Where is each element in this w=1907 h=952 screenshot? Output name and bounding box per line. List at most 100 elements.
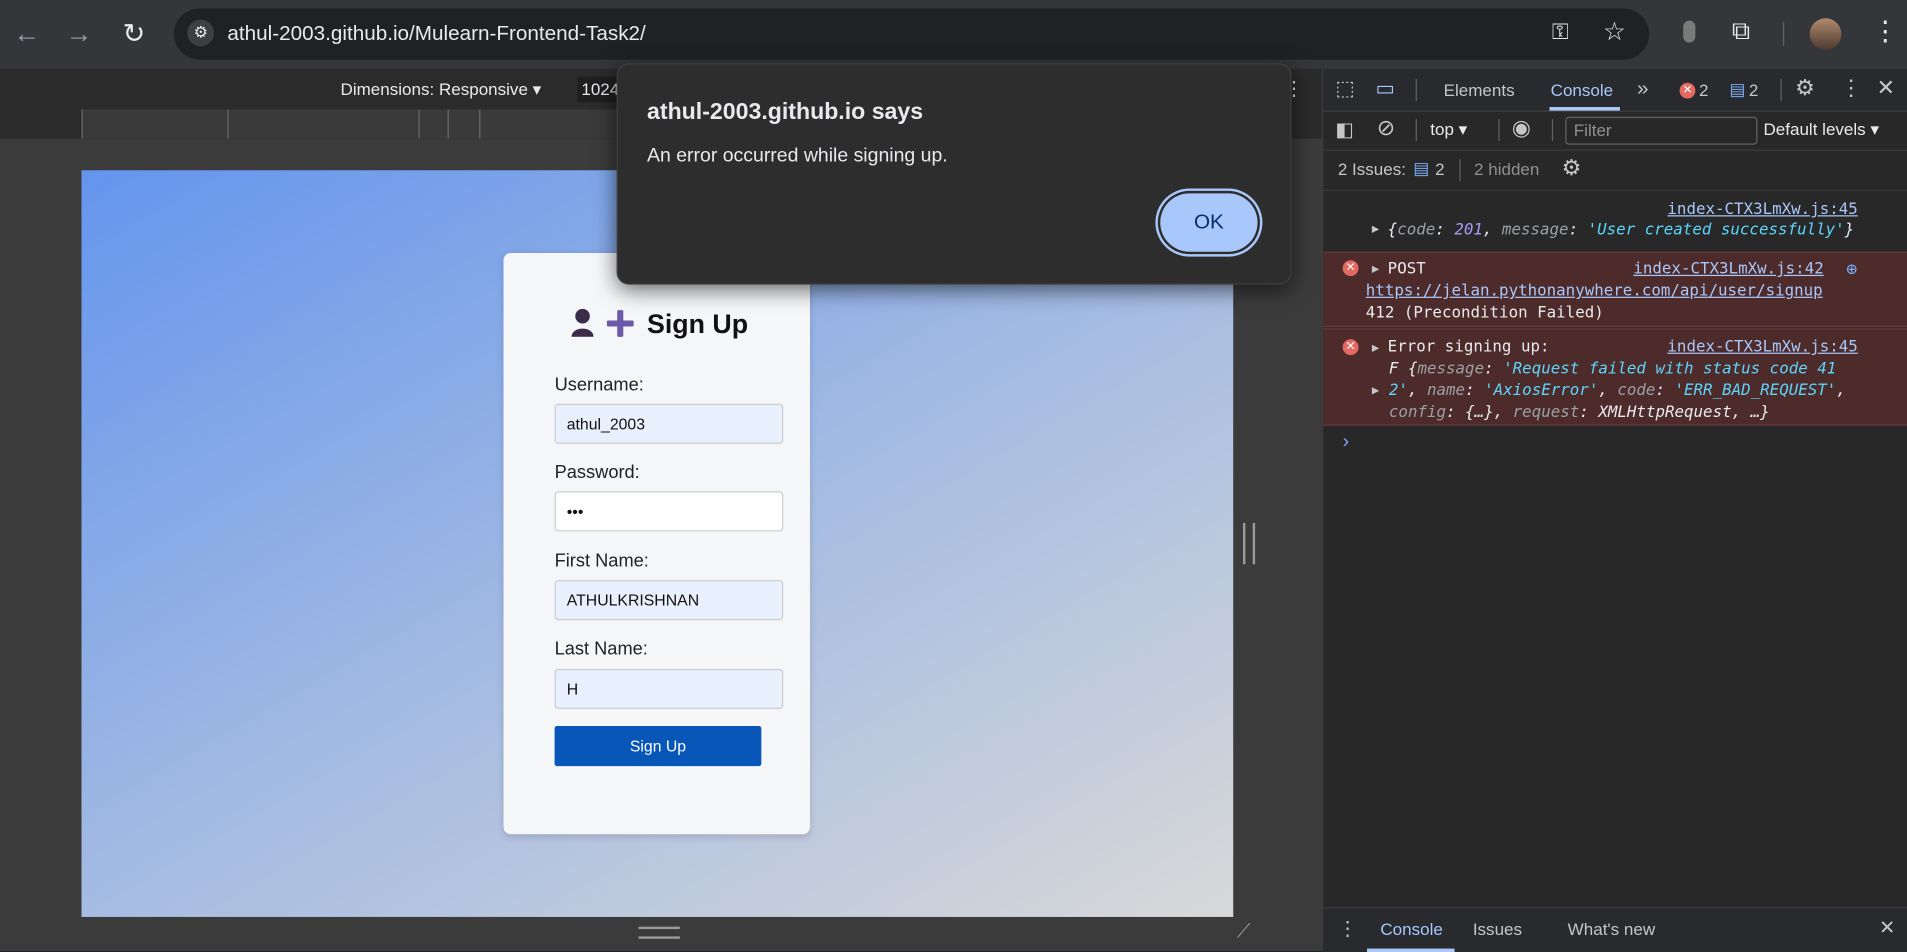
reload-icon[interactable]: ↻ xyxy=(117,17,151,51)
brace: { xyxy=(1387,221,1398,240)
issues-label: 2 Issues: xyxy=(1337,159,1406,179)
console-prompt-icon[interactable]: › xyxy=(1343,432,1349,454)
key: request xyxy=(1512,403,1580,422)
context-label: top xyxy=(1430,119,1454,139)
error-icon: ✕ xyxy=(1342,260,1359,277)
username-field[interactable]: athul_2003 xyxy=(554,403,784,444)
error-object-line[interactable]: 2', name: 'AxiosError', code: 'ERR_BAD_R… xyxy=(1389,382,1846,400)
expand-triangle-icon[interactable]: ▶ xyxy=(1372,263,1379,276)
expand-triangle-icon[interactable]: ▶ xyxy=(1372,342,1379,355)
tab-elements[interactable]: Elements xyxy=(1444,80,1515,99)
request-url[interactable]: https://jelan.pythonanywhere.com/api/use… xyxy=(1366,282,1823,300)
firstname-field[interactable]: ATHULKRISHNAN xyxy=(554,580,784,621)
issues-settings-icon[interactable]: ⚙ xyxy=(1562,156,1582,182)
value: 'ERR_BAD_REQUEST' xyxy=(1674,381,1837,401)
key-icon[interactable]: ⚿ xyxy=(1552,19,1569,45)
sidebar-toggle-icon[interactable]: ◧ xyxy=(1335,118,1353,142)
close-drawer-icon[interactable]: ✕ xyxy=(1879,916,1895,940)
drawer-menu-icon[interactable]: ⋮ xyxy=(1338,917,1357,941)
lastname-field[interactable]: H xyxy=(554,668,784,709)
drawer-tab-whats-new[interactable]: What's new xyxy=(1568,919,1655,938)
inspect-element-icon[interactable]: ⬚ xyxy=(1335,77,1355,101)
source-link[interactable]: index-CTX3LmXw.js:45 xyxy=(1667,338,1857,356)
error-count-icon[interactable]: ✕ xyxy=(1679,82,1696,99)
console-filter-input[interactable]: Filter xyxy=(1565,116,1758,145)
devtools-tabbar: ⬚ ▭ Elements Console » ✕ 2 ▤ 2 ⚙ ⋮ ✕ xyxy=(1323,69,1907,112)
drawer-tabbar: ⋮ Console Issues What's new ✕ xyxy=(1323,907,1907,952)
value: 'User created successfully' xyxy=(1587,221,1845,240)
error-icon: ✕ xyxy=(1342,339,1359,356)
context-selector[interactable]: top ▾ xyxy=(1430,119,1467,140)
value: {…} xyxy=(1465,403,1494,422)
clear-console-icon[interactable]: ⊘ xyxy=(1377,116,1395,142)
value: 201 xyxy=(1454,221,1483,240)
resize-handle-bottom[interactable] xyxy=(638,926,680,939)
status-text: 412 (Precondition Failed) xyxy=(1365,304,1604,323)
log-levels-dropdown[interactable]: Default levels ▾ xyxy=(1763,119,1879,140)
console-error-message: ✕ ▶ POST index-CTX3LmXw.js:42 ⊕ https://… xyxy=(1323,251,1907,328)
console-toolbar: ◧ ⊘ top ▾ ◉ Filter Default levels ▾ xyxy=(1323,111,1907,151)
object-prefix: F { xyxy=(1388,359,1418,379)
site-info-icon[interactable]: ⚙ xyxy=(187,19,215,47)
issues-count[interactable]: 2 xyxy=(1435,159,1444,178)
expand-triangle-icon[interactable]: ▶ xyxy=(1372,223,1379,236)
value: 'Request failed with status code 41 xyxy=(1503,359,1837,379)
dialog-message: An error occurred while signing up. xyxy=(647,145,948,167)
live-expression-eye-icon[interactable]: ◉ xyxy=(1512,116,1531,142)
signup-title: Sign Up xyxy=(647,308,749,340)
drawer-tab-console[interactable]: Console xyxy=(1380,919,1442,938)
network-icon[interactable]: ⊕ xyxy=(1846,258,1857,280)
signup-card: Sign Up Username: athul_2003 Password: •… xyxy=(503,252,810,835)
message-count[interactable]: 2 xyxy=(1749,80,1758,99)
device-toggle-icon[interactable]: ▭ xyxy=(1376,77,1396,101)
profile-avatar[interactable] xyxy=(1809,18,1842,50)
address-bar[interactable]: ⚙ athul-2003.github.io/Mulearn-Frontend-… xyxy=(173,8,1650,60)
request-method: POST xyxy=(1387,260,1426,279)
username-label: Username: xyxy=(554,374,644,396)
source-link[interactable]: index-CTX3LmXw.js:45 xyxy=(1667,201,1857,219)
expand-triangle-icon[interactable]: ▶ xyxy=(1372,384,1379,397)
extensions-puzzle-icon[interactable]: ⧉ xyxy=(1732,17,1750,46)
brace: } xyxy=(1844,221,1855,240)
value: 2' xyxy=(1388,381,1408,401)
dialog-ok-button[interactable]: OK xyxy=(1160,193,1258,252)
settings-gear-icon[interactable]: ⚙ xyxy=(1795,75,1815,101)
key: code xyxy=(1617,381,1656,401)
issues-message-icon[interactable]: ▤ xyxy=(1413,158,1429,179)
devtools-menu-icon[interactable]: ⋮ xyxy=(1840,75,1862,101)
close-devtools-icon[interactable]: ✕ xyxy=(1877,75,1895,101)
password-field[interactable]: ••• xyxy=(554,491,784,532)
error-title: Error signing up: xyxy=(1387,338,1550,357)
console-message: index-CTX3LmXw.js:45 ▶ {code: 201, messa… xyxy=(1323,196,1907,250)
error-count[interactable]: 2 xyxy=(1699,80,1708,99)
forward-arrow-icon[interactable]: → xyxy=(62,17,96,51)
extension-icon[interactable] xyxy=(1683,20,1696,43)
resize-corner-icon[interactable]: ⟋ xyxy=(1237,922,1251,944)
plus-icon xyxy=(606,309,635,344)
url-text[interactable]: athul-2003.github.io/Mulearn-Frontend-Ta… xyxy=(227,22,645,46)
hidden-issues-label: 2 hidden xyxy=(1474,159,1540,179)
resize-handle-right[interactable] xyxy=(1242,522,1256,565)
issues-bar: 2 Issues: ▤ 2 2 hidden ⚙ xyxy=(1323,150,1907,191)
key: code xyxy=(1397,221,1436,240)
signup-submit-button[interactable]: Sign Up xyxy=(554,726,762,767)
error-object-line[interactable]: config: {…}, request: XMLHttpRequest, …} xyxy=(1389,404,1770,422)
active-tab-indicator xyxy=(1367,948,1455,952)
bookmark-star-icon[interactable]: ☆ xyxy=(1603,17,1626,47)
log-object[interactable]: {code: 201, message: 'User created succe… xyxy=(1388,221,1854,239)
back-arrow-icon[interactable]: ← xyxy=(10,17,44,51)
devtools-panel: ⬚ ▭ Elements Console » ✕ 2 ▤ 2 ⚙ ⋮ ✕ ◧ ⊘… xyxy=(1322,69,1907,952)
dimensions-label: Dimensions: Responsive xyxy=(340,79,528,99)
more-tabs-icon[interactable]: » xyxy=(1637,77,1649,101)
chrome-menu-icon[interactable]: ⋮ xyxy=(1872,16,1899,48)
error-object-line[interactable]: F {message: 'Request failed with status … xyxy=(1389,360,1836,378)
message-count-icon[interactable]: ▤ xyxy=(1729,79,1745,100)
dimensions-dropdown[interactable]: Dimensions: Responsive ▾ xyxy=(341,79,542,100)
password-label: Password: xyxy=(554,462,640,483)
browser-toolbar: ← → ↻ ⚙ athul-2003.github.io/Mulearn-Fro… xyxy=(0,0,1907,70)
tab-console[interactable]: Console xyxy=(1551,80,1613,99)
value: XMLHttpRequest, …} xyxy=(1598,403,1770,422)
drawer-tab-issues[interactable]: Issues xyxy=(1473,919,1522,938)
key: message xyxy=(1501,221,1569,240)
source-link[interactable]: index-CTX3LmXw.js:42 xyxy=(1633,260,1823,278)
